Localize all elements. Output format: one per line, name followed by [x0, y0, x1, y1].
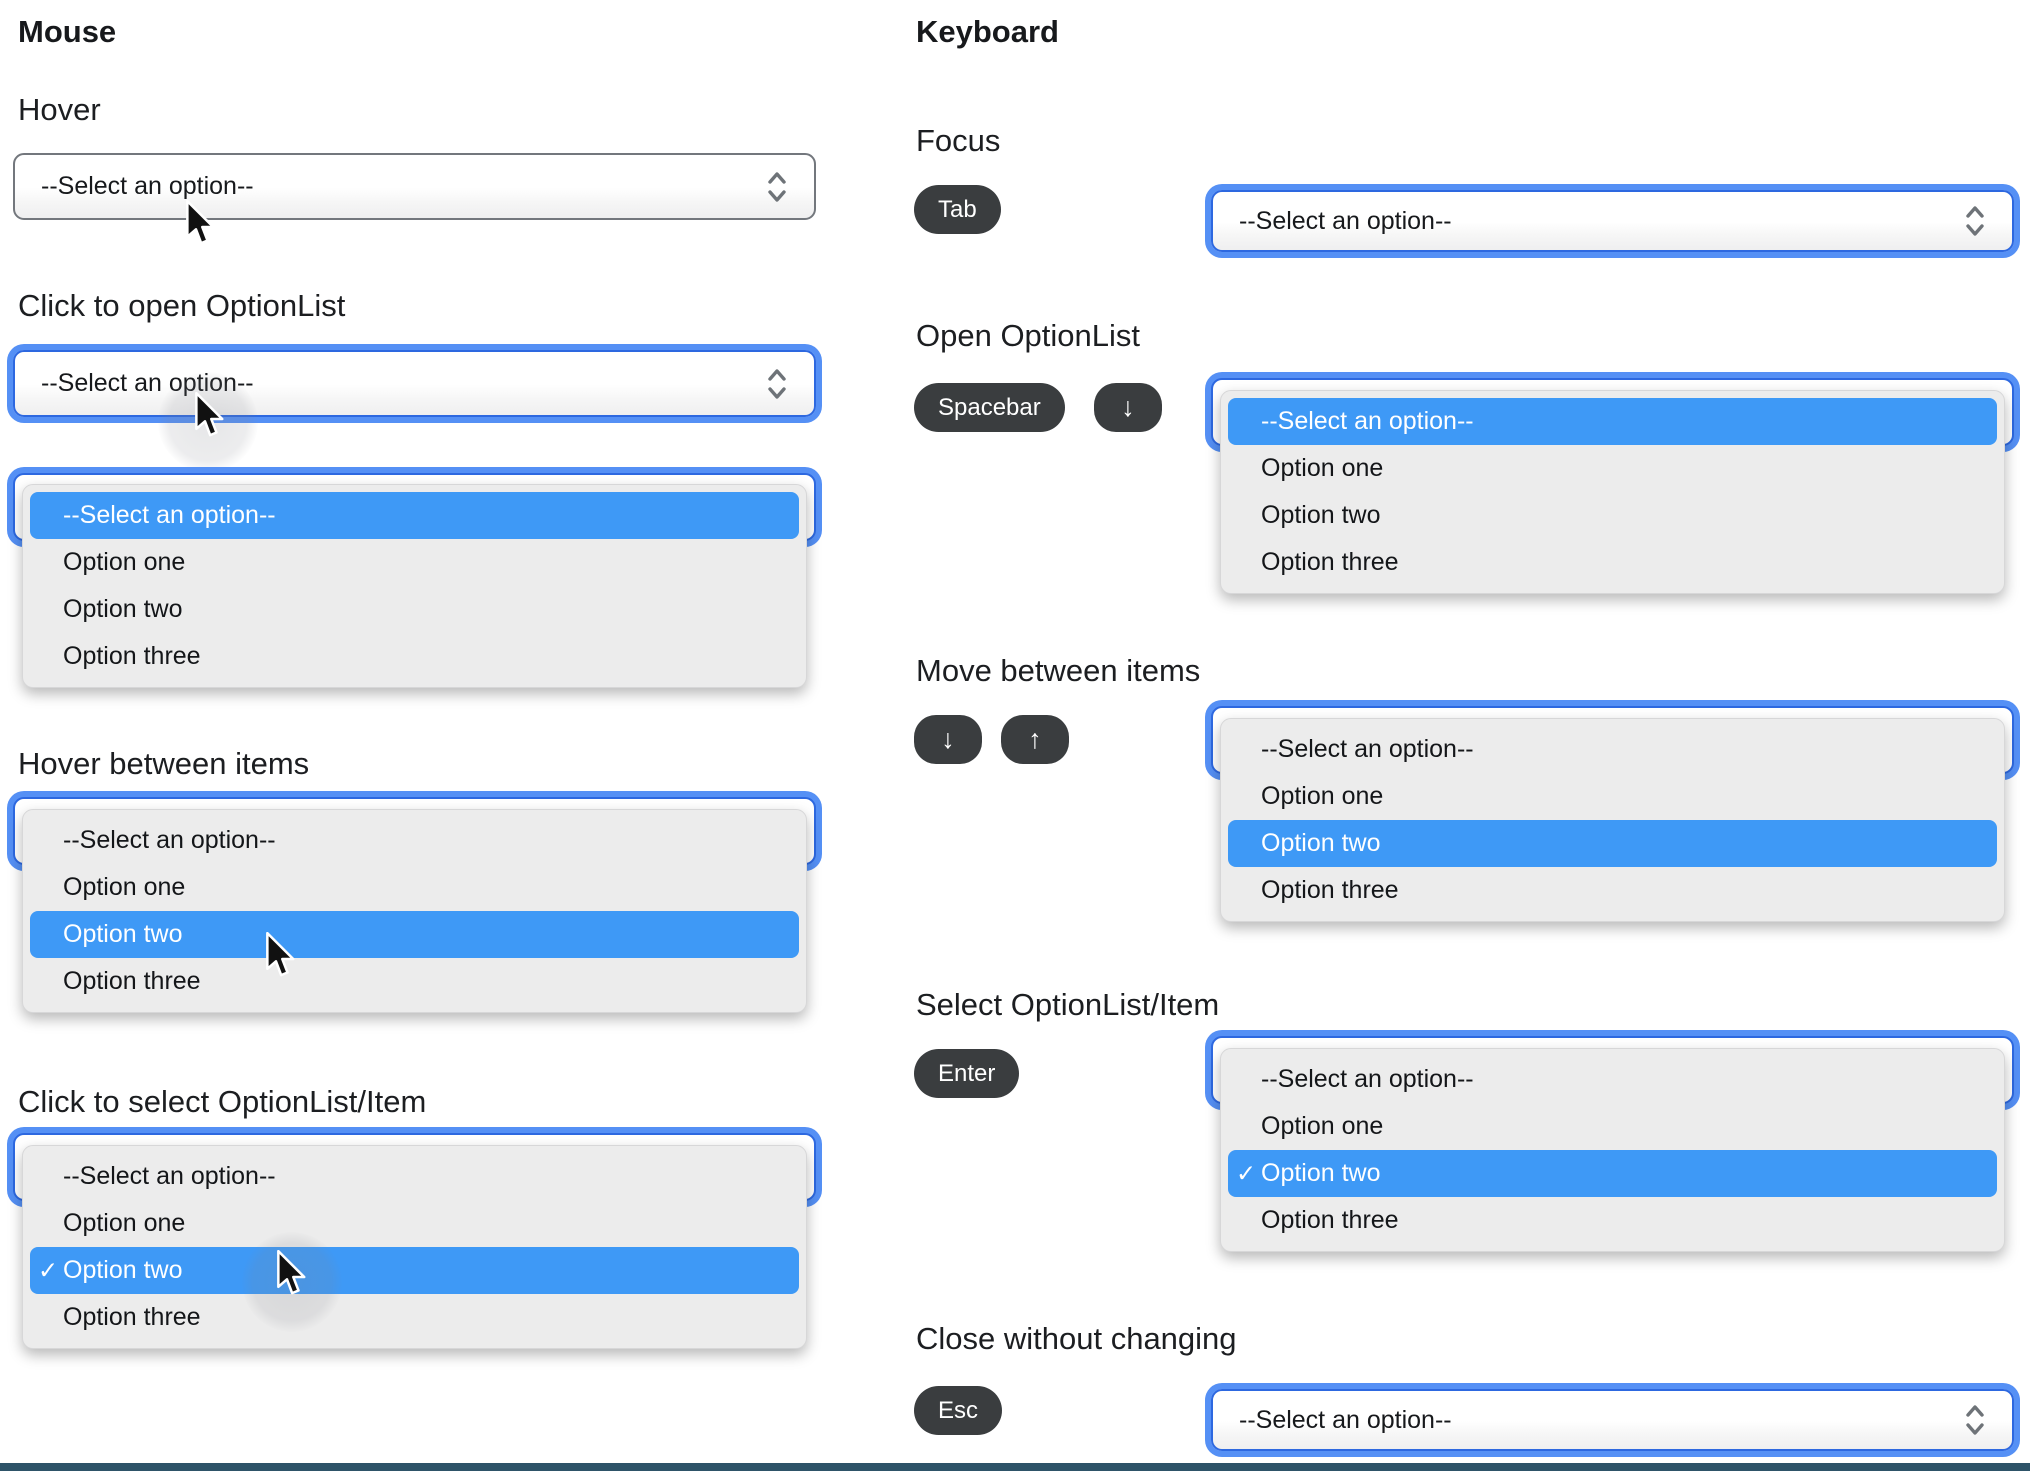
- option-item[interactable]: Option one: [23, 864, 806, 911]
- key-badge-arrow-down: ↓: [1094, 383, 1162, 432]
- section-title-hover-items: Hover between items: [18, 746, 310, 781]
- option-item[interactable]: Option one: [23, 1200, 806, 1247]
- option-item[interactable]: Option two: [30, 911, 799, 958]
- select-hover[interactable]: --Select an option--: [13, 153, 816, 220]
- option-item[interactable]: ✓ Option two: [30, 1247, 799, 1294]
- option-item[interactable]: Option one: [23, 539, 806, 586]
- key-badge-tab: Tab: [914, 185, 1001, 234]
- option-list: --Select an option-- Option one ✓ Option…: [1220, 1048, 2005, 1252]
- keyboard-heading: Keyboard: [916, 14, 1059, 49]
- option-item[interactable]: --Select an option--: [23, 1153, 806, 1200]
- option-item[interactable]: ✓ Option two: [1228, 1150, 1997, 1197]
- select-stepper-icon: [1966, 206, 1984, 236]
- option-item[interactable]: Option two: [1221, 492, 2004, 539]
- option-item[interactable]: --Select an option--: [23, 817, 806, 864]
- option-item[interactable]: Option three: [1221, 867, 2004, 914]
- option-list: --Select an option-- Option one Option t…: [1220, 390, 2005, 594]
- option-list: --Select an option-- Option one Option t…: [22, 484, 807, 688]
- section-title-move: Move between items: [916, 653, 1201, 688]
- select-stepper-icon: [1966, 1405, 1984, 1435]
- select-close[interactable]: --Select an option--: [1211, 1389, 2014, 1451]
- option-item[interactable]: Option one: [1221, 773, 2004, 820]
- section-title-open: Open OptionList: [916, 318, 1141, 353]
- section-title-hover: Hover: [18, 92, 101, 127]
- option-item[interactable]: Option one: [1221, 1103, 2004, 1150]
- section-title-close: Close without changing: [916, 1321, 1237, 1356]
- option-item[interactable]: Option three: [23, 633, 806, 680]
- option-list: --Select an option-- Option one Option t…: [22, 809, 807, 1013]
- bottom-section-divider: [0, 1463, 2030, 1471]
- option-item[interactable]: Option two: [1228, 820, 1997, 867]
- option-item[interactable]: Option three: [1221, 1197, 2004, 1244]
- key-badge-esc: Esc: [914, 1386, 1003, 1435]
- check-icon: ✓: [38, 1257, 59, 1284]
- key-badge-spacebar: Spacebar: [914, 383, 1065, 432]
- option-item[interactable]: --Select an option--: [30, 492, 799, 539]
- option-item[interactable]: Option one: [1221, 445, 2004, 492]
- select-value: --Select an option--: [1239, 1405, 1452, 1434]
- section-title-click-select: Click to select OptionList/Item: [18, 1084, 427, 1119]
- section-title-select: Select OptionList/Item: [916, 987, 1220, 1022]
- option-item[interactable]: Option three: [1221, 539, 2004, 586]
- mouse-cursor-icon: [186, 200, 215, 245]
- option-item[interactable]: --Select an option--: [1228, 398, 1997, 445]
- select-stepper-icon: [768, 368, 786, 399]
- option-list: --Select an option-- Option one ✓ Option…: [22, 1145, 807, 1349]
- key-badge-enter: Enter: [914, 1049, 1020, 1098]
- option-item[interactable]: --Select an option--: [1221, 1056, 2004, 1103]
- select-stepper-icon: [768, 171, 786, 202]
- mouse-cursor-icon: [266, 932, 295, 977]
- option-list: --Select an option-- Option one Option t…: [1220, 718, 2005, 922]
- key-badge-arrow-down: ↓: [914, 715, 982, 764]
- mouse-cursor-icon: [277, 1250, 306, 1295]
- key-badge-arrow-up: ↑: [1001, 715, 1069, 764]
- select-value: --Select an option--: [41, 172, 254, 200]
- mouse-heading: Mouse: [18, 14, 117, 49]
- option-item[interactable]: Option three: [23, 1294, 806, 1341]
- select-value: --Select an option--: [1239, 206, 1452, 235]
- option-item[interactable]: Option two: [23, 586, 806, 633]
- option-item[interactable]: --Select an option--: [1221, 726, 2004, 773]
- check-icon: ✓: [1236, 1160, 1257, 1187]
- select-focus[interactable]: --Select an option--: [1211, 190, 2014, 252]
- select-value: --Select an option--: [41, 369, 254, 397]
- section-title-focus: Focus: [916, 123, 1001, 158]
- select-click-open[interactable]: --Select an option--: [13, 350, 816, 417]
- option-item[interactable]: Option three: [23, 958, 806, 1005]
- mouse-cursor-icon: [195, 392, 224, 437]
- section-title-click-open: Click to open OptionList: [18, 288, 346, 323]
